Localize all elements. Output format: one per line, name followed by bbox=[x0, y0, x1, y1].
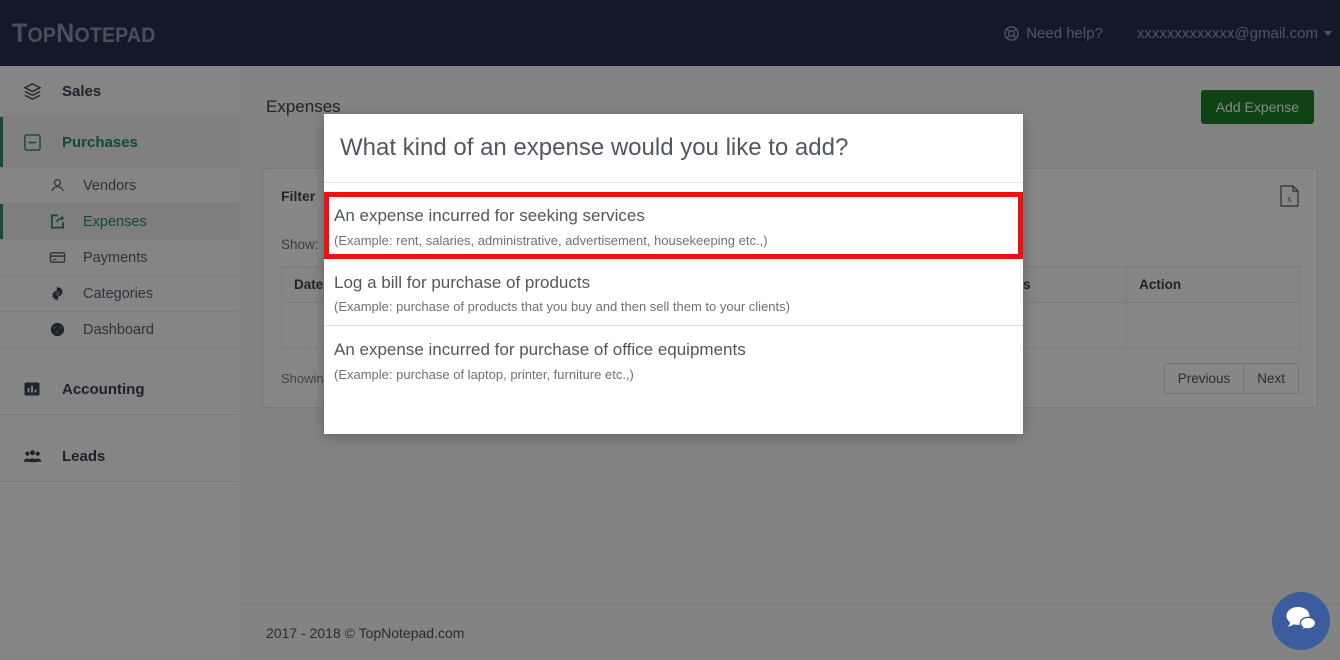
expense-option-services[interactable]: An expense incurred for seeking services… bbox=[324, 192, 1023, 259]
modal-header: What kind of an expense would you like t… bbox=[324, 114, 1023, 183]
expense-option-product-bill[interactable]: Log a bill for purchase of products (Exa… bbox=[324, 259, 1023, 326]
option-title: An expense incurred for purchase of offi… bbox=[334, 340, 746, 360]
option-subtitle: (Example: purchase of products that you … bbox=[334, 299, 790, 315]
expense-type-modal: What kind of an expense would you like t… bbox=[324, 114, 1023, 434]
modal-title: What kind of an expense would you like t… bbox=[340, 134, 849, 161]
option-title: Log a bill for purchase of products bbox=[334, 272, 591, 292]
chat-bubbles-icon bbox=[1285, 605, 1317, 638]
option-title: An expense incurred for seeking services bbox=[334, 206, 645, 225]
expense-type-options: An expense incurred for seeking services… bbox=[324, 183, 1023, 393]
option-subtitle: (Example: rent, salaries, administrative… bbox=[334, 232, 768, 248]
option-subtitle: (Example: purchase of laptop, printer, f… bbox=[334, 366, 634, 382]
expense-option-office-equipment[interactable]: An expense incurred for purchase of offi… bbox=[324, 325, 1023, 393]
app-root: TOPNOTEPAD Need help? xxxxxxxxxxxxx@gmai… bbox=[0, 0, 1340, 660]
chat-widget-button[interactable] bbox=[1272, 592, 1330, 650]
